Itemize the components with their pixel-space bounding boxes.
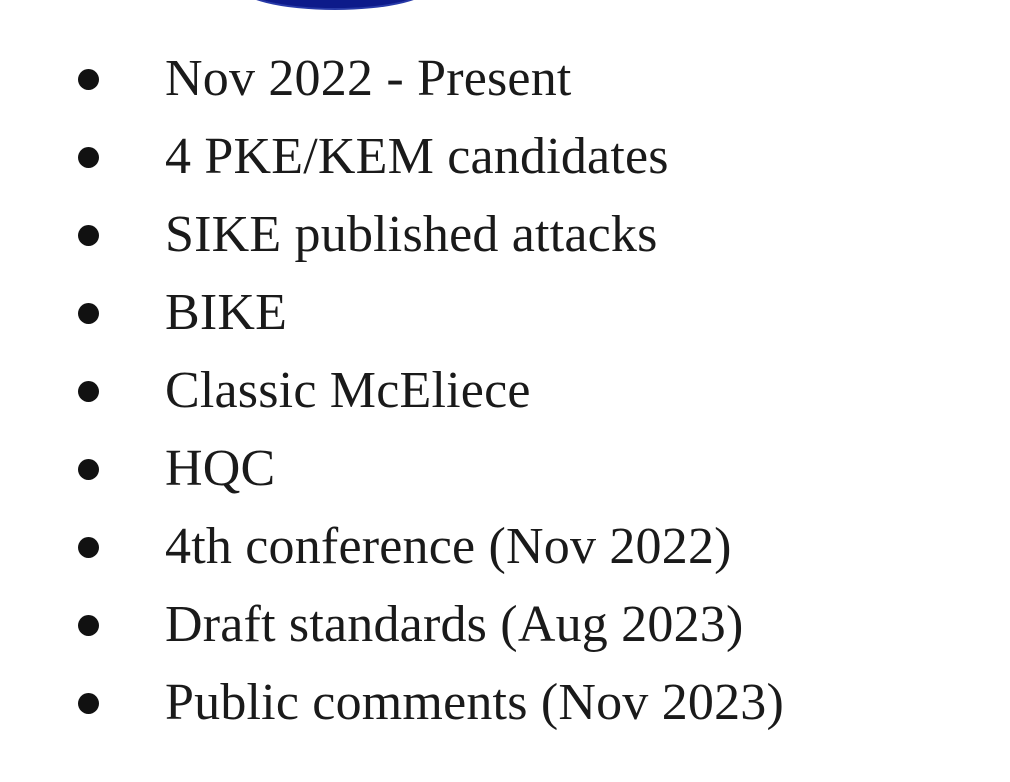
bullet-icon <box>78 380 99 402</box>
list-item-text: 4th conference (Nov 2022) <box>165 518 732 575</box>
list-item-text: BIKE <box>165 284 288 341</box>
bullet-icon <box>78 458 99 480</box>
bullet-icon <box>78 536 99 558</box>
list-item-text: SIKE published attacks <box>165 206 658 263</box>
bullet-icon <box>78 614 99 636</box>
list-item-text: 4 PKE/KEM candidates <box>165 128 669 185</box>
list-item-text: Draft standards (Aug 2023) <box>165 596 744 653</box>
list-item-text: Classic McEliece <box>165 362 531 419</box>
bullet-icon <box>78 224 99 246</box>
logo-edge <box>240 0 430 8</box>
list-item-text: HQC <box>165 440 276 497</box>
bullet-icon <box>78 692 99 714</box>
bullet-icon <box>78 68 99 90</box>
list-item-text: Public comments (Nov 2023) <box>165 674 785 731</box>
list-item-text: Nov 2022 - Present <box>165 50 572 107</box>
bullet-icon <box>78 302 99 324</box>
bullet-icon <box>78 146 99 168</box>
